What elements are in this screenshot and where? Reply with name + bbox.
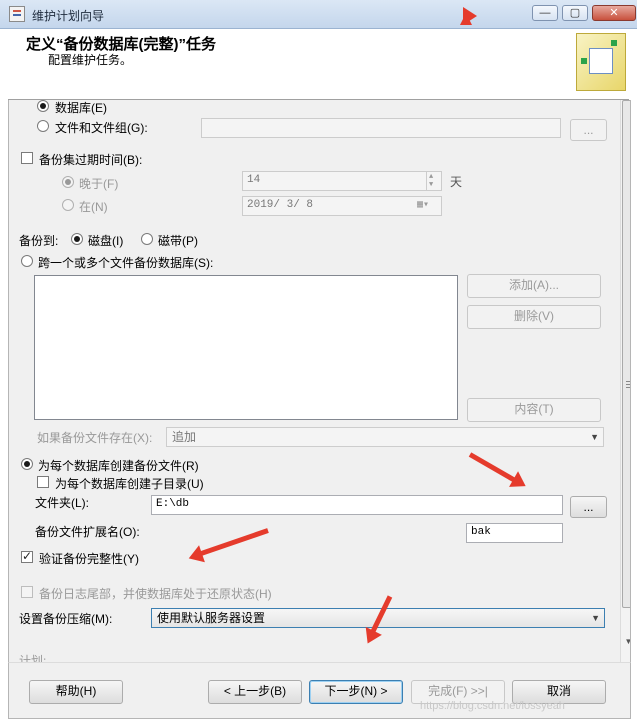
app-icon xyxy=(9,6,25,22)
tail-log-checkbox[interactable] xyxy=(21,586,33,598)
files-browse-button[interactable]: ... xyxy=(570,119,607,141)
files-radio-label: 文件和文件组(G): xyxy=(55,121,148,135)
back-button[interactable]: < 上一步(B) xyxy=(208,680,302,704)
tape-radio[interactable] xyxy=(141,233,153,245)
calendar-icon: ▦▾ xyxy=(417,200,430,211)
backup-to-label: 备份到: xyxy=(19,234,59,248)
extension-label: 备份文件扩展名(O): xyxy=(35,525,140,539)
if-exists-select[interactable]: 追加 ▼ xyxy=(166,427,604,447)
extension-field[interactable]: bak xyxy=(466,523,563,543)
watermark: https://blog.csdn.net/lossyeah xyxy=(420,700,565,712)
span-files-radio[interactable] xyxy=(21,255,33,267)
after-days-value: 14 xyxy=(247,174,261,186)
remove-button[interactable]: 删除(V) xyxy=(467,305,601,329)
after-radio-label: 晚于(F) xyxy=(79,177,119,191)
on-date-value: 2019/ 3/ 8 xyxy=(247,199,314,211)
chevron-down-icon: ▼ xyxy=(591,613,600,623)
per-db-label: 为每个数据库创建备份文件(R) xyxy=(38,459,199,473)
days-unit: 天 xyxy=(450,175,463,189)
page-subtitle: 配置维护任务。 xyxy=(48,53,133,67)
schedule-label: 计划: xyxy=(19,654,47,662)
per-db-radio[interactable] xyxy=(21,458,33,470)
folder-field[interactable]: E:\db xyxy=(151,495,563,515)
on-date-picker[interactable]: 2019/ 3/ 8 ▦▾ xyxy=(242,196,442,216)
span-files-label: 跨一个或多个文件备份数据库(S): xyxy=(38,256,214,270)
after-days-spinner[interactable]: ▲ ▼ xyxy=(426,172,442,190)
contents-button[interactable]: 内容(T) xyxy=(467,398,601,422)
verify-checkbox[interactable] xyxy=(21,549,33,563)
add-button[interactable]: 添加(A)... xyxy=(467,274,601,298)
close-icon: ✕ xyxy=(609,7,619,19)
maximize-icon: ▢ xyxy=(569,7,581,19)
after-radio[interactable] xyxy=(62,176,74,188)
wizard-header: 定义“备份数据库(完整)”任务 配置维护任务。 xyxy=(8,29,629,100)
subdir-label: 为每个数据库创建子目录(U) xyxy=(55,477,204,491)
backup-files-list[interactable] xyxy=(34,275,458,420)
chevron-down-icon: ▼ xyxy=(590,432,599,442)
on-date-radio[interactable] xyxy=(62,199,74,211)
window-title: 维护计划向导 xyxy=(32,9,105,23)
scroll-down-icon[interactable]: ▼ xyxy=(622,635,630,649)
database-radio[interactable] xyxy=(37,100,49,112)
disk-radio-label: 磁盘(I) xyxy=(88,234,124,248)
if-exists-label: 如果备份文件存在(X): xyxy=(37,431,153,445)
tail-log-label: 备份日志尾部，并使数据库处于还原状态(H) xyxy=(39,587,272,601)
maximize-button[interactable]: ▢ xyxy=(562,5,588,21)
wizard-banner-icon xyxy=(576,33,626,91)
after-days-field[interactable]: 14 ▲ ▼ xyxy=(242,171,442,191)
scrollbar-thumb[interactable] xyxy=(622,100,630,608)
minimize-icon: — xyxy=(539,7,551,19)
subdir-checkbox[interactable] xyxy=(37,476,49,488)
help-button[interactable]: 帮助(H) xyxy=(29,680,123,704)
if-exists-value: 追加 xyxy=(172,430,197,444)
files-field[interactable] xyxy=(201,118,561,138)
folder-browse-button[interactable]: ... xyxy=(570,496,607,518)
expiry-label: 备份集过期时间(B): xyxy=(39,153,143,167)
folder-label: 文件夹(L): xyxy=(35,496,90,510)
verify-label: 验证备份完整性(Y) xyxy=(39,552,139,566)
tape-radio-label: 磁带(P) xyxy=(158,234,198,248)
annotation-arrow-top xyxy=(460,13,472,25)
next-button[interactable]: 下一步(N) > xyxy=(309,680,403,704)
minimize-button[interactable]: — xyxy=(532,5,558,21)
compression-label: 设置备份压缩(M): xyxy=(19,612,113,626)
spin-down-icon: ▼ xyxy=(429,181,434,189)
spin-up-icon: ▲ xyxy=(429,173,434,181)
expiry-checkbox[interactable] xyxy=(21,152,33,164)
files-radio[interactable] xyxy=(37,120,49,132)
window-titlebar: 维护计划向导 — ▢ ✕ xyxy=(0,0,637,29)
task-options-panel: 数据库(E) 文件和文件组(G): ... 备份集过期时间(B): 晚于(F) … xyxy=(8,100,631,662)
close-button[interactable]: ✕ xyxy=(592,5,636,21)
disk-radio[interactable] xyxy=(71,233,83,245)
compression-value: 使用默认服务器设置 xyxy=(157,611,266,625)
database-radio-label: 数据库(E) xyxy=(55,101,107,115)
on-date-radio-label: 在(N) xyxy=(79,200,108,214)
